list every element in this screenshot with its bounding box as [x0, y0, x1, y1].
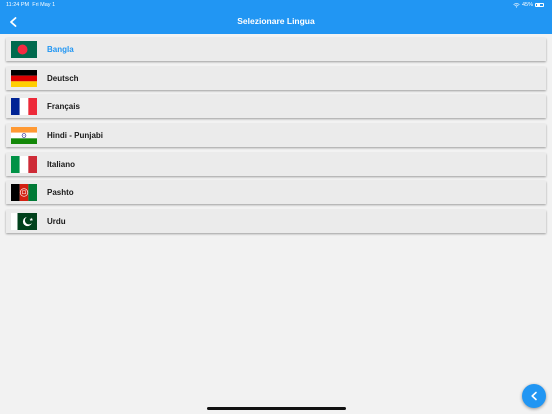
language-label: Pashto	[47, 188, 74, 198]
language-label: Urdu	[47, 217, 66, 227]
battery-percent: 45%	[521, 2, 533, 8]
home-indicator[interactable]	[207, 407, 346, 410]
language-list: Bangla Deutsch Français Hindi - Punjabi	[6, 38, 546, 239]
battery-icon	[535, 2, 544, 8]
france-flag-icon	[11, 98, 37, 116]
status-time: 11:24 PM Fri May 1	[6, 2, 56, 8]
app-header: 11:24 PM Fri May 1 45% Selezionare Lingu…	[0, 0, 552, 34]
wifi-icon	[513, 2, 520, 8]
language-item-deutsch[interactable]: Deutsch	[6, 66, 546, 90]
language-item-urdu[interactable]: Urdu	[6, 210, 546, 234]
language-item-pashto[interactable]: Pashto	[6, 181, 546, 205]
pakistan-flag-icon	[11, 213, 37, 231]
italy-flag-icon	[11, 155, 37, 173]
bangladesh-flag-icon	[11, 41, 37, 58]
germany-flag-icon	[11, 69, 37, 87]
afghanistan-flag-icon	[11, 184, 37, 202]
language-label: Bangla	[47, 45, 74, 54]
language-item-bangla[interactable]: Bangla	[6, 38, 546, 61]
back-fab-button[interactable]	[522, 384, 546, 408]
language-label: Italiano	[47, 159, 76, 169]
status-date: Fri May 1	[32, 2, 56, 8]
language-item-hindi-punjabi[interactable]: Hindi - Punjabi	[6, 124, 546, 148]
page-title: Selezionare Lingua	[237, 16, 315, 26]
status-indicators: 45%	[513, 2, 544, 8]
language-label: Hindi - Punjabi	[47, 131, 103, 141]
india-flag-icon	[11, 127, 37, 145]
language-item-francais[interactable]: Français	[6, 95, 546, 119]
chevron-left-icon	[531, 391, 537, 401]
status-bar: 11:24 PM Fri May 1 45%	[0, 0, 552, 10]
language-label: Français	[47, 102, 80, 112]
language-label: Deutsch	[47, 73, 79, 83]
language-item-italiano[interactable]: Italiano	[6, 152, 546, 176]
